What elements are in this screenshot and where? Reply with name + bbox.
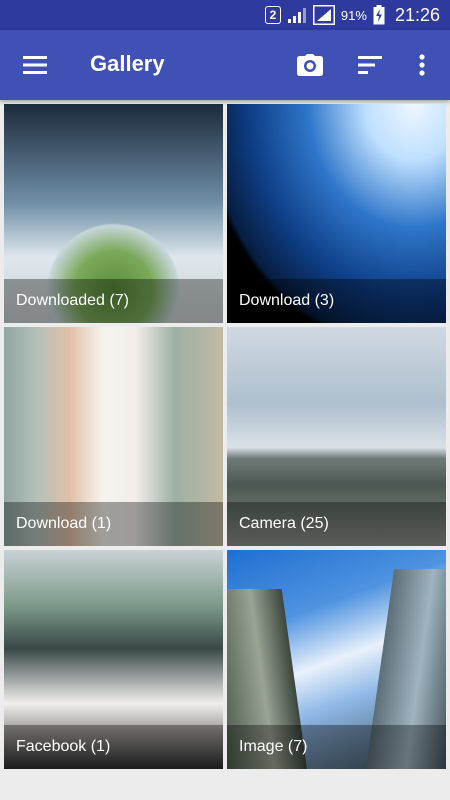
album-label: Image (7) bbox=[227, 725, 446, 769]
album-tile-download-1[interactable]: Download (1) bbox=[4, 327, 223, 546]
album-label: Downloaded (7) bbox=[4, 279, 223, 323]
battery-charging-icon bbox=[373, 5, 385, 25]
page-title: Gallery bbox=[90, 51, 165, 76]
album-tile-downloaded[interactable]: Downloaded (7) bbox=[4, 104, 223, 323]
camera-icon bbox=[297, 54, 323, 76]
status-bar: 2 91% 21:26 bbox=[0, 0, 450, 30]
album-tile-image[interactable]: Image (7) bbox=[227, 550, 446, 769]
clock: 21:26 bbox=[394, 4, 440, 25]
sort-button[interactable] bbox=[352, 49, 388, 81]
album-label: Download (3) bbox=[227, 279, 446, 323]
album-tile-facebook[interactable]: Facebook (1) bbox=[4, 550, 223, 769]
more-vert-icon bbox=[419, 54, 425, 76]
album-label: Camera (25) bbox=[227, 502, 446, 546]
battery-percent: 91% bbox=[340, 7, 367, 23]
more-options-button[interactable] bbox=[406, 49, 438, 81]
album-tile-download-3[interactable]: Download (3) bbox=[227, 104, 446, 323]
status-icons: 2 91% 21:26 bbox=[264, 0, 440, 30]
signal-icon bbox=[287, 8, 306, 23]
album-label: Facebook (1) bbox=[4, 725, 223, 769]
album-label: Download (1) bbox=[4, 502, 223, 546]
bottom-area bbox=[0, 772, 450, 800]
menu-icon bbox=[23, 56, 47, 74]
sim-2-icon: 2 bbox=[264, 6, 281, 24]
album-tile-camera[interactable]: Camera (25) bbox=[227, 327, 446, 546]
app-bar: Gallery bbox=[0, 30, 450, 100]
album-grid: Downloaded (7) Download (3) Download (1)… bbox=[4, 104, 446, 769]
signal-icon bbox=[312, 5, 335, 25]
menu-button[interactable] bbox=[16, 49, 54, 81]
camera-button[interactable] bbox=[292, 49, 328, 81]
sort-icon bbox=[358, 56, 382, 74]
